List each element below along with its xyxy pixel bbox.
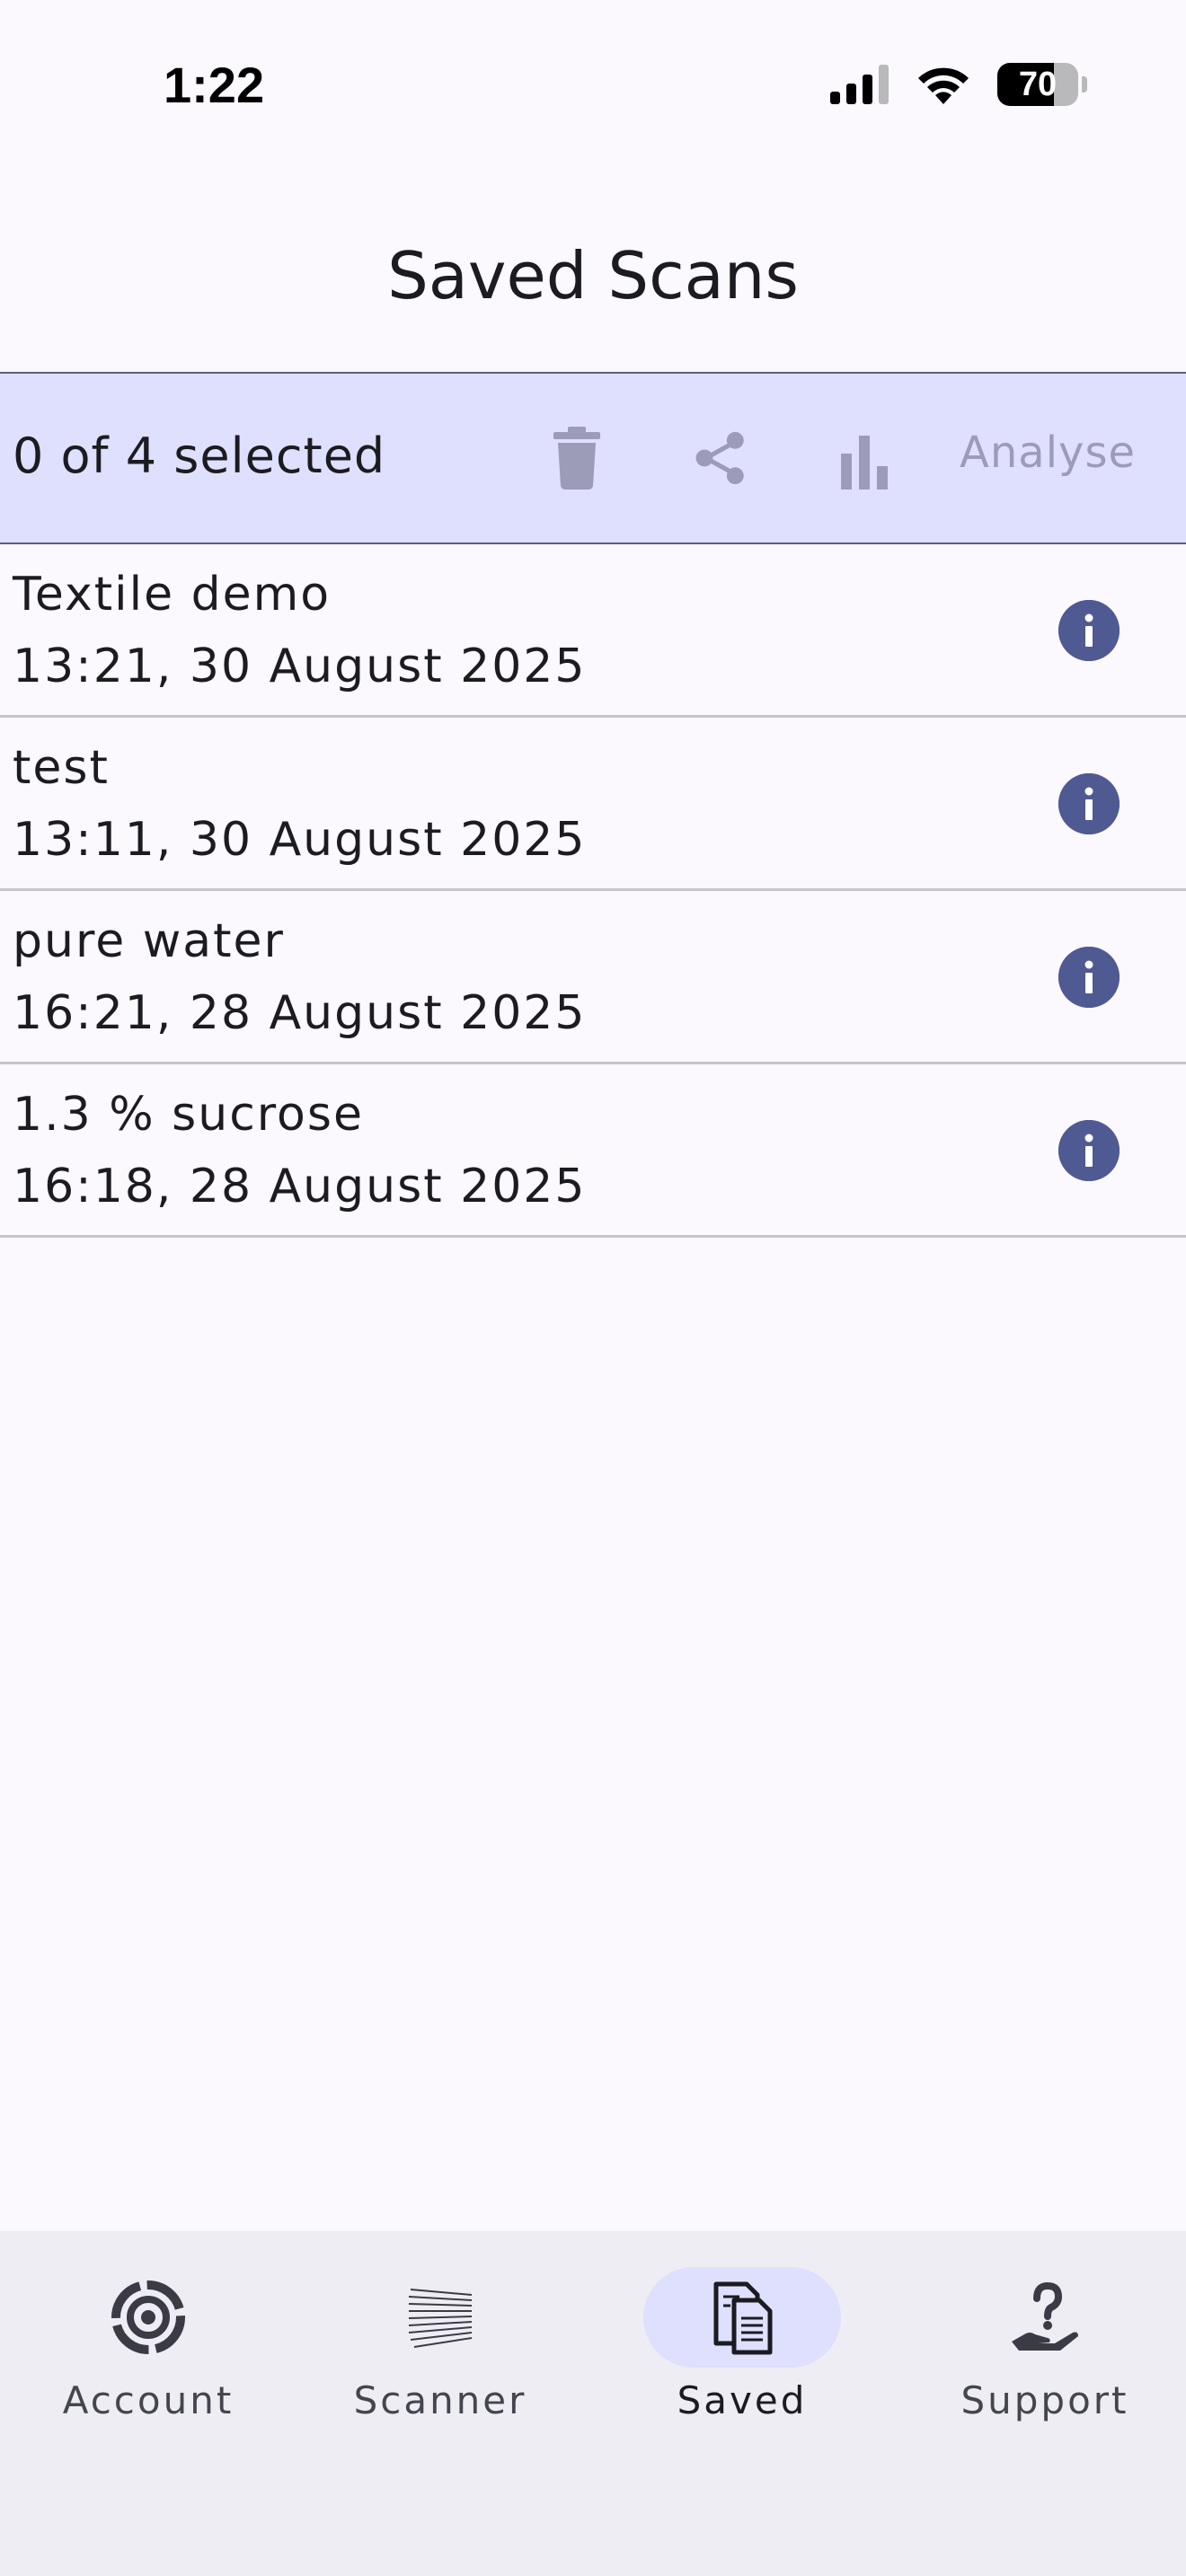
scan-row[interactable]: pure water 16:21, 28 August 2025	[0, 891, 1186, 1064]
scan-name: Textile demo	[13, 568, 332, 622]
info-button[interactable]	[1058, 600, 1120, 661]
info-button[interactable]	[1058, 1120, 1120, 1181]
app-bar: Saved Scans	[0, 180, 1186, 372]
info-button[interactable]	[1058, 773, 1120, 834]
share-button[interactable]	[676, 413, 766, 503]
nav-item-account[interactable]: Account	[0, 2267, 296, 2447]
nav-label: Account	[62, 2378, 235, 2422]
scan-date: 16:21, 28 August 2025	[13, 986, 587, 1040]
scan-date: 13:21, 30 August 2025	[13, 640, 587, 693]
nav-item-scanner[interactable]: Scanner	[292, 2267, 589, 2447]
cellular-signal-icon	[830, 65, 889, 104]
info-icon	[1058, 947, 1120, 1008]
nav-label: Saved	[677, 2378, 808, 2422]
target-icon	[111, 2280, 185, 2354]
nav-item-support[interactable]: Support	[897, 2267, 1186, 2447]
nav-icon-container-active	[643, 2267, 841, 2368]
analyse-chart-button[interactable]	[819, 413, 909, 503]
status-bar: 1:22 70	[0, 0, 1186, 180]
scan-name: pure water	[13, 914, 285, 968]
status-time: 1:22	[164, 57, 265, 113]
share-icon	[695, 431, 744, 485]
nav-label: Support	[960, 2378, 1129, 2422]
battery-tip	[1082, 76, 1087, 93]
help-hand-icon	[1012, 2281, 1078, 2351]
scan-row[interactable]: 1.3 % sucrose 16:18, 28 August 2025	[0, 1064, 1186, 1238]
wifi-icon	[918, 67, 969, 104]
info-icon	[1058, 1120, 1120, 1181]
nav-icon-container	[946, 2267, 1144, 2368]
info-icon	[1058, 600, 1120, 661]
scan-date: 13:11, 30 August 2025	[13, 813, 587, 867]
scan-row[interactable]: test 13:11, 30 August 2025	[0, 718, 1186, 891]
info-button[interactable]	[1058, 947, 1120, 1008]
delete-icon	[553, 427, 600, 490]
scan-date: 16:18, 28 August 2025	[13, 1160, 587, 1213]
document-icon	[713, 2281, 773, 2355]
info-icon	[1058, 773, 1120, 834]
bar-chart-icon	[841, 436, 888, 490]
nav-icon-container	[49, 2267, 247, 2368]
delete-button[interactable]	[532, 413, 622, 503]
scan-row[interactable]: Textile demo 13:21, 30 August 2025	[0, 544, 1186, 718]
status-icons: 70	[830, 63, 1087, 106]
nav-icon-container	[341, 2267, 539, 2368]
battery-indicator: 70	[997, 63, 1078, 106]
page-title: Saved Scans	[387, 238, 799, 313]
scan-name: 1.3 % sucrose	[13, 1088, 364, 1142]
nav-label: Scanner	[353, 2378, 527, 2422]
battery-percentage: 70	[1018, 65, 1058, 103]
nav-item-saved[interactable]: Saved	[594, 2267, 890, 2447]
selection-count: 0 of 4 selected	[13, 428, 386, 484]
scanner-icon	[408, 2289, 473, 2348]
analyse-button[interactable]: Analyse	[960, 428, 1136, 478]
bottom-navigation: Account Scanner Saved Support	[0, 2231, 1186, 2576]
scan-list: Textile demo 13:21, 30 August 2025 test …	[0, 544, 1186, 1238]
scan-name: test	[13, 741, 110, 795]
selection-toolbar: 0 of 4 selected Analyse	[0, 372, 1186, 544]
